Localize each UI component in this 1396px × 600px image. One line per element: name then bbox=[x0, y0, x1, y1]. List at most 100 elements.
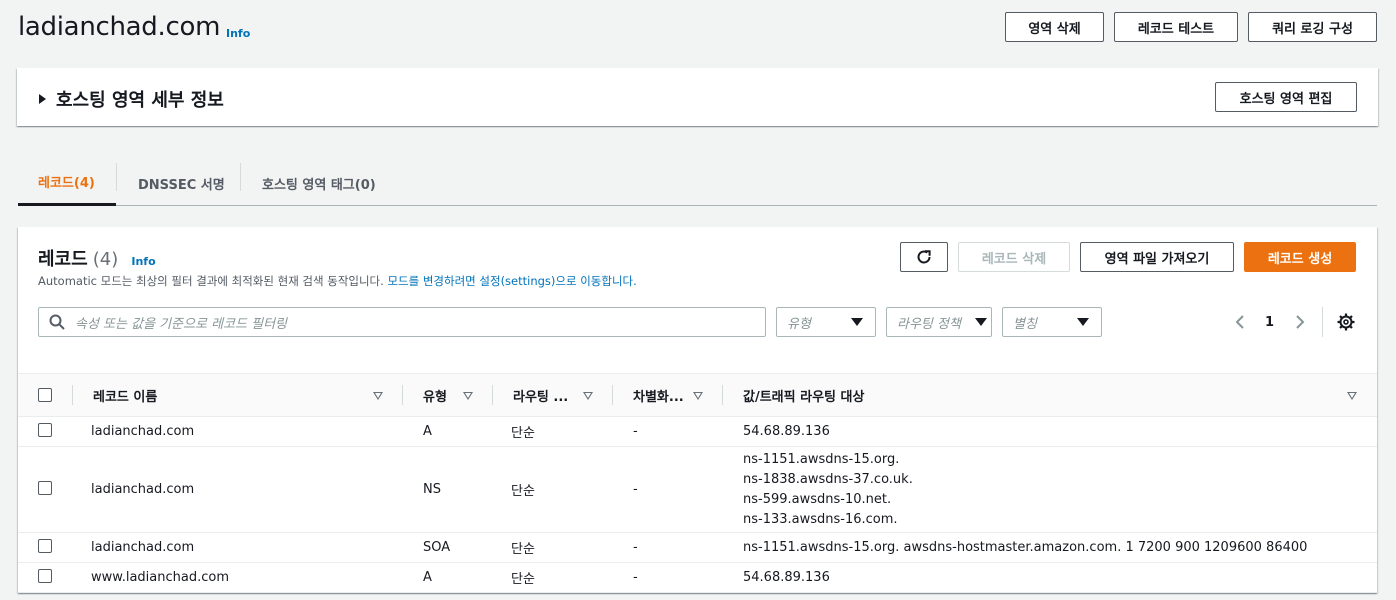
search-placeholder: 속성 또는 값을 기준으로 레코드 필터링 bbox=[75, 316, 288, 332]
type-filter-label: 유형 bbox=[787, 316, 811, 332]
record-filter-input[interactable]: 속성 또는 값을 기준으로 레코드 필터링 bbox=[38, 307, 766, 337]
record-name-cell: ladianchad.com bbox=[73, 446, 403, 533]
row-select-cell bbox=[18, 446, 73, 533]
details-toggle[interactable]: 호스팅 영역 세부 정보 bbox=[39, 86, 224, 112]
column-differentiator[interactable]: 차별화... bbox=[613, 373, 723, 417]
test-record-button[interactable]: 레코드 테스트 bbox=[1114, 12, 1238, 42]
column-record-name[interactable]: 레코드 이름 bbox=[73, 373, 403, 417]
record-type-cell: SOA bbox=[403, 532, 493, 563]
record-name-cell: www.ladianchad.com bbox=[73, 562, 403, 593]
current-page[interactable]: 1 bbox=[1265, 315, 1274, 330]
record-value-cell: ns-1151.awsdns-15.org. awsdns-hostmaster… bbox=[723, 532, 1377, 563]
title-info-link[interactable]: Info bbox=[226, 27, 250, 40]
tab-tags[interactable]: 호스팅 영역 태그(0) bbox=[242, 160, 396, 206]
select-all-checkbox[interactable] bbox=[38, 388, 52, 402]
table-row[interactable]: ladianchad.com NS 단순 - ns-1151.awsdns-15… bbox=[18, 446, 1377, 533]
record-value: ns-1151.awsdns-15.org. awsdns-hostmaster… bbox=[743, 539, 1308, 555]
hosted-zone-details-panel: 호스팅 영역 세부 정보 호스팅 영역 편집 bbox=[17, 68, 1378, 126]
pager-divider bbox=[1322, 307, 1323, 337]
column-routing-policy[interactable]: 라우팅 ... bbox=[493, 373, 613, 417]
record-name-cell: ladianchad.com bbox=[73, 416, 403, 447]
search-icon bbox=[49, 314, 65, 330]
alias-filter-label: 별칭 bbox=[1013, 316, 1037, 332]
records-info-link[interactable]: Info bbox=[131, 255, 155, 268]
record-type-cell: A bbox=[403, 562, 493, 593]
refresh-button[interactable] bbox=[900, 242, 948, 272]
column-value[interactable]: 값/트래픽 라우팅 대상 bbox=[723, 373, 1377, 417]
tab-records[interactable]: 레코드(4) bbox=[18, 160, 116, 206]
record-diff-cell: - bbox=[613, 562, 723, 593]
row-checkbox[interactable] bbox=[38, 568, 52, 583]
sort-icon bbox=[373, 392, 383, 400]
row-checkbox[interactable] bbox=[38, 422, 52, 437]
table-row[interactable]: ladianchad.com A 단순 - 54.68.89.136 bbox=[18, 416, 1377, 447]
column-type[interactable]: 유형 bbox=[403, 373, 493, 417]
page-title: ladianchad.com bbox=[18, 12, 221, 42]
record-value-cell: 54.68.89.136 bbox=[723, 416, 1377, 447]
record-diff-cell: - bbox=[613, 416, 723, 447]
delete-record-button[interactable]: 레코드 삭제 bbox=[958, 242, 1070, 272]
record-routing-cell: 단순 bbox=[493, 446, 613, 533]
records-count: (4) bbox=[92, 249, 119, 270]
records-description: Automatic 모드는 최상의 필터 결과에 최적화된 현재 검색 동작입니… bbox=[38, 273, 637, 289]
record-routing-cell: 단순 bbox=[493, 416, 613, 447]
record-diff-cell: - bbox=[613, 532, 723, 563]
record-value-cell: 54.68.89.136 bbox=[723, 562, 1377, 593]
column-label: 차별화... bbox=[633, 389, 684, 405]
table-row[interactable]: www.ladianchad.com A 단순 - 54.68.89.136 bbox=[18, 562, 1377, 593]
edit-hosted-zone-button[interactable]: 호스팅 영역 편집 bbox=[1215, 82, 1357, 112]
tab-dnssec[interactable]: DNSSEC 서명 bbox=[118, 160, 245, 206]
query-logging-button[interactable]: 쿼리 로깅 구성 bbox=[1248, 12, 1377, 42]
caret-down-icon bbox=[975, 318, 987, 326]
record-value: ns-599.awsdns-10.net. bbox=[743, 491, 892, 507]
row-select-cell bbox=[18, 532, 73, 563]
record-routing-cell: 단순 bbox=[493, 562, 613, 593]
row-select-cell bbox=[18, 562, 73, 593]
delete-zone-button[interactable]: 영역 삭제 bbox=[1005, 12, 1104, 42]
record-value: 54.68.89.136 bbox=[743, 423, 830, 439]
record-value: ns-133.awsdns-16.com. bbox=[743, 511, 898, 527]
record-value-cell: ns-1151.awsdns-15.org. ns-1838.awsdns-37… bbox=[723, 446, 1377, 533]
records-table: 레코드 이름 유형 라우팅 ... 차별화... 값/트래픽 라우팅 대상 la… bbox=[18, 373, 1377, 593]
row-checkbox[interactable] bbox=[38, 538, 52, 553]
alias-filter-select[interactable]: 별칭 bbox=[1002, 307, 1102, 337]
record-value: ns-1151.awsdns-15.org. bbox=[743, 451, 900, 467]
records-title: 레코드 bbox=[38, 249, 88, 270]
table-row[interactable]: ladianchad.com SOA 단순 - ns-1151.awsdns-1… bbox=[18, 532, 1377, 563]
chevron-left-icon[interactable] bbox=[1234, 314, 1246, 330]
chevron-right-icon[interactable] bbox=[1294, 314, 1306, 330]
record-routing-cell: 단순 bbox=[493, 532, 613, 563]
column-label: 값/트래픽 라우팅 대상 bbox=[743, 389, 865, 405]
gear-icon[interactable] bbox=[1337, 313, 1355, 331]
import-zone-file-button[interactable]: 영역 파일 가져오기 bbox=[1080, 242, 1234, 272]
records-heading: 레코드 (4) Info bbox=[38, 245, 156, 271]
column-label: 유형 bbox=[423, 389, 447, 405]
record-diff-cell: - bbox=[613, 446, 723, 533]
tab-divider bbox=[240, 163, 241, 191]
tab-bar: 레코드(4) DNSSEC 서명 호스팅 영역 태그(0) bbox=[18, 160, 1377, 206]
record-type-cell: A bbox=[403, 416, 493, 447]
column-label: 레코드 이름 bbox=[93, 389, 158, 405]
record-value: 54.68.89.136 bbox=[743, 569, 830, 585]
routing-policy-filter-select[interactable]: 라우팅 정책 bbox=[886, 307, 992, 337]
tab-divider bbox=[116, 163, 117, 191]
row-checkbox[interactable] bbox=[38, 480, 52, 495]
record-value: ns-1838.awsdns-37.co.uk. bbox=[743, 471, 913, 487]
select-all-header bbox=[18, 373, 73, 417]
caret-down-icon bbox=[851, 318, 863, 326]
sort-icon bbox=[1347, 392, 1357, 400]
routing-policy-filter-label: 라우팅 정책 bbox=[897, 316, 961, 332]
refresh-icon bbox=[917, 250, 931, 264]
caret-down-icon bbox=[1077, 318, 1089, 326]
type-filter-select[interactable]: 유형 bbox=[776, 307, 876, 337]
description-text: Automatic 모드는 최상의 필터 결과에 최적화된 현재 검색 동작입니… bbox=[38, 274, 388, 288]
sort-icon bbox=[583, 392, 593, 400]
sort-icon bbox=[693, 392, 703, 400]
row-select-cell bbox=[18, 416, 73, 447]
settings-link[interactable]: 모드를 변경하려면 설정(settings)으로 이동합니다. bbox=[387, 274, 636, 288]
sort-icon bbox=[463, 392, 473, 400]
create-record-button[interactable]: 레코드 생성 bbox=[1244, 242, 1356, 272]
record-type-cell: NS bbox=[403, 446, 493, 533]
column-label: 라우팅 ... bbox=[513, 389, 569, 405]
records-panel: 레코드 (4) Info Automatic 모드는 최상의 필터 결과에 최적… bbox=[18, 227, 1377, 593]
